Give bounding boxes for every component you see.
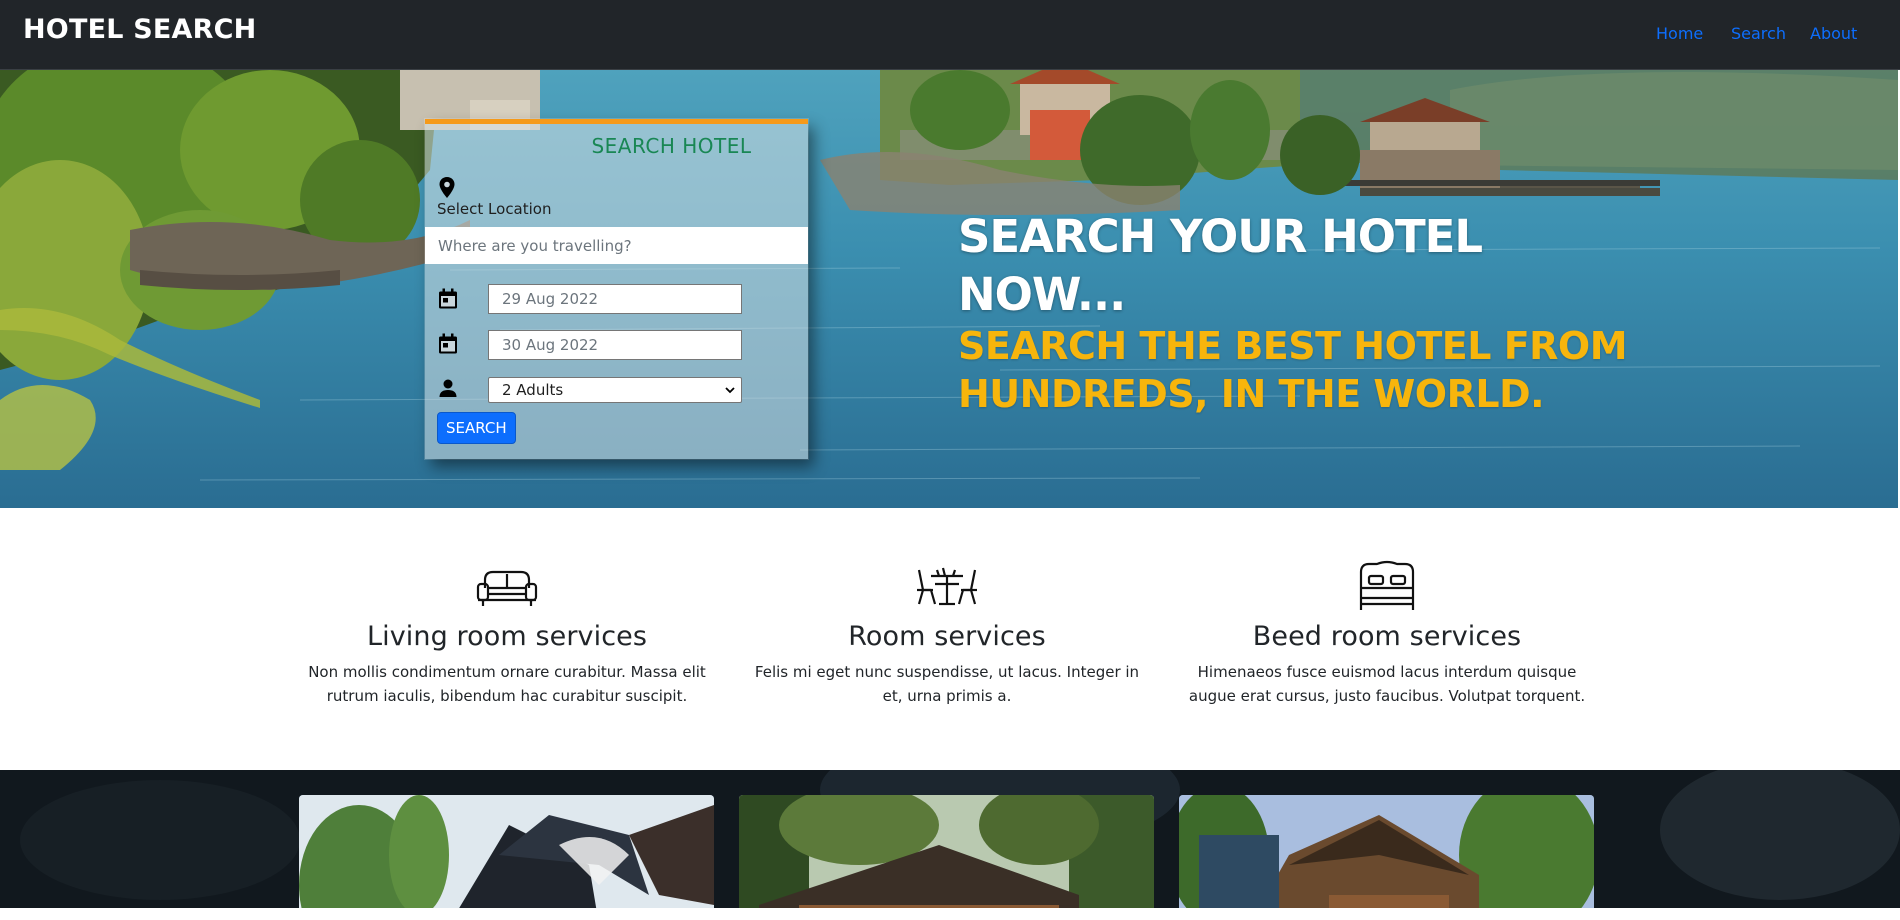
gallery-section xyxy=(0,770,1900,920)
location-input[interactable] xyxy=(425,227,808,264)
navbar: HOTEL SEARCH Home Search About xyxy=(0,0,1900,70)
select-location-label: Select Location xyxy=(437,200,552,218)
hero-banner: SEARCH YOUR HOTEL NOW... SEARCH THE BEST… xyxy=(0,70,1898,508)
service-title: Living room services xyxy=(366,621,648,652)
check-out-calendar-icon xyxy=(439,333,457,354)
service-bedroom: Beed room services Himenaeos fusce euism… xyxy=(1177,560,1597,708)
guests-selected-value: 2 Adults xyxy=(502,381,564,399)
sofa-icon xyxy=(476,570,538,606)
chevron-down-icon xyxy=(725,387,735,394)
service-title: Room services xyxy=(848,621,1046,652)
service-room: Room services Felis mi eget nunc suspend… xyxy=(737,560,1157,708)
person-icon xyxy=(439,379,457,397)
check-out-date-input[interactable]: 30 Aug 2022 xyxy=(488,330,742,360)
hero-subtitle-line1: SEARCH THE BEST HOTEL FROM xyxy=(958,324,1628,368)
gallery-card-2[interactable] xyxy=(739,795,1154,920)
gallery-photo xyxy=(739,795,1154,920)
service-description: Himenaeos fusce euismod lacus interdum q… xyxy=(1188,663,1586,705)
bed-icon xyxy=(1359,560,1415,610)
check-in-calendar-icon xyxy=(439,288,457,309)
nav-search-link[interactable]: Search xyxy=(1731,24,1786,43)
nav-home-link[interactable]: Home xyxy=(1656,24,1703,43)
guests-select[interactable]: 2 Adults xyxy=(488,377,742,403)
gallery-card-1[interactable] xyxy=(299,795,714,920)
hero-title: SEARCH YOUR HOTEL NOW... xyxy=(958,210,1483,321)
gallery-card-3[interactable] xyxy=(1179,795,1594,920)
search-hotel-card: SEARCH HOTEL Select Location 29 Aug 2022… xyxy=(425,119,808,459)
location-pin-icon xyxy=(439,177,455,198)
dining-table-icon xyxy=(917,567,977,606)
service-living-room: Living room services Non mollis condimen… xyxy=(297,560,717,708)
gallery-photo xyxy=(299,795,714,920)
hero-text: SEARCH YOUR HOTEL NOW... SEARCH THE BEST… xyxy=(958,208,1658,418)
services-section: Living room services Non mollis condimen… xyxy=(0,508,1900,770)
service-title: Beed room services xyxy=(1252,621,1522,652)
service-description: Non mollis condimentum ornare curabitur.… xyxy=(308,663,706,705)
search-button[interactable]: SEARCH xyxy=(437,412,516,444)
service-description: Felis mi eget nunc suspendisse, ut lacus… xyxy=(754,663,1140,705)
nav-about-link[interactable]: About xyxy=(1810,24,1857,43)
search-card-title: SEARCH HOTEL xyxy=(591,134,752,158)
brand-logo[interactable]: HOTEL SEARCH xyxy=(23,14,256,45)
check-in-date-input[interactable]: 29 Aug 2022 xyxy=(488,284,742,314)
gallery-photo xyxy=(1179,795,1594,920)
hero-subtitle-line2: HUNDREDS, IN THE WORLD. xyxy=(958,372,1545,416)
bottom-edge xyxy=(0,908,1900,920)
